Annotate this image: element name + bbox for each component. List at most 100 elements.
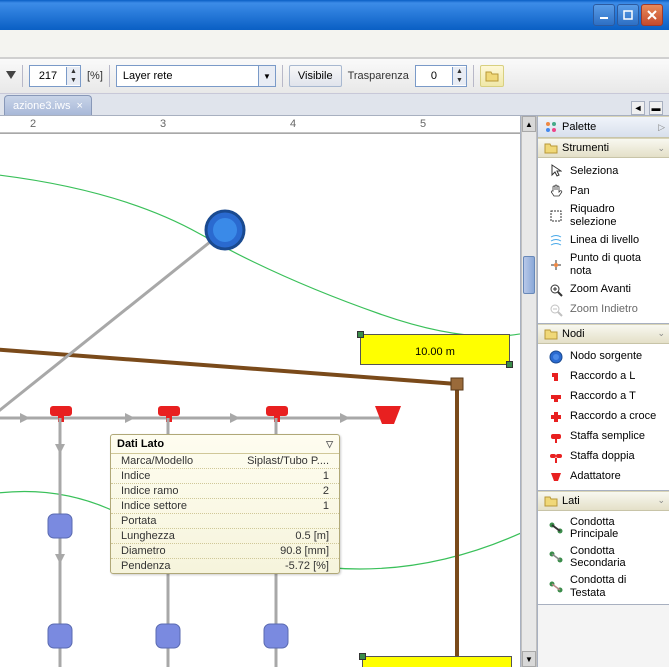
main-pipe-icon — [548, 520, 564, 536]
transparency-down-icon[interactable]: ▼ — [453, 76, 466, 85]
data-panel-title: Dati Lato — [117, 438, 164, 450]
vertical-scrollbar[interactable]: ▲ ▼ — [521, 116, 537, 667]
tool-pan[interactable]: Pan — [538, 181, 669, 201]
tab-label: azione3.iws — [13, 100, 70, 112]
tab-scroll-right-icon[interactable]: ▬ — [649, 101, 663, 115]
cursor-icon — [548, 163, 564, 179]
zoom-out-icon — [548, 302, 564, 318]
expand-icon[interactable]: ▷ — [658, 122, 665, 133]
tabbar: azione3.iws × ◄ ▬ — [0, 94, 669, 116]
data-row: Diametro90.8 [mm] — [111, 544, 339, 559]
panel-header-nodi[interactable]: Nodi ⌄ — [538, 324, 669, 344]
contour-icon — [548, 232, 564, 248]
close-button[interactable] — [641, 4, 663, 26]
transparency-label: Trasparenza — [348, 70, 409, 82]
node-raccordo-t[interactable]: Raccordo a T — [538, 387, 669, 407]
maximize-button[interactable] — [617, 4, 639, 26]
measurement-label-1[interactable]: 10.00 m — [360, 334, 510, 365]
source-node-icon — [548, 349, 564, 365]
zoom-down-icon[interactable]: ▼ — [67, 76, 80, 85]
node-staffa-semplice[interactable]: Staffa semplice — [538, 427, 669, 447]
tool-punto-quota[interactable]: Punto di quota nota — [538, 250, 669, 279]
panel-title: Lati — [562, 495, 580, 507]
palette-header[interactable]: Palette ▷ — [538, 116, 669, 138]
panel-lati: Lati ⌄ Condotta Principale Condotta Seco… — [538, 491, 669, 606]
zoom-unit-label: [%] — [87, 70, 103, 82]
collapse-icon[interactable]: ⌄ — [657, 328, 665, 339]
panel-header-lati[interactable]: Lati ⌄ — [538, 491, 669, 511]
data-panel[interactable]: Dati Lato ▽ Marca/ModelloSiplast/Tubo P.… — [110, 434, 340, 574]
collapse-icon[interactable]: ⌄ — [657, 495, 665, 506]
panel-title: Strumenti — [562, 142, 609, 154]
tab-scroll-left-icon[interactable]: ◄ — [631, 101, 645, 115]
dropdown-icon[interactable] — [6, 67, 16, 85]
lato-testata[interactable]: Condotta di Testata — [538, 572, 669, 601]
data-row: Indice ramo2 — [111, 484, 339, 499]
main-area: 2 3 4 5 — [0, 116, 669, 667]
transparency-input[interactable] — [416, 67, 452, 85]
elevation-point-icon — [548, 257, 564, 273]
zoom-input[interactable] — [30, 67, 66, 85]
folder-icon — [544, 142, 558, 154]
scrollbar-thumb[interactable] — [523, 256, 535, 294]
data-row: Lunghezza0.5 [m] — [111, 529, 339, 544]
palette-icon — [544, 120, 558, 134]
data-row: Pendenza-5.72 [%] — [111, 559, 339, 573]
node-raccordo-croce[interactable]: Raccordo a croce — [538, 407, 669, 427]
l-joint-icon — [548, 369, 564, 385]
minimize-button[interactable] — [593, 4, 615, 26]
folder-icon — [544, 495, 558, 507]
document-tab[interactable]: azione3.iws × — [4, 95, 92, 115]
marquee-icon — [548, 208, 564, 224]
node-sorgente[interactable]: Nodo sorgente — [538, 347, 669, 367]
layer-combo-value: Layer rete — [117, 70, 258, 82]
cross-joint-icon — [548, 409, 564, 425]
data-row: Indice1 — [111, 469, 339, 484]
tool-zoom-in[interactable]: Zoom Avanti — [538, 280, 669, 300]
t-joint-icon — [548, 389, 564, 405]
panel-title: Nodi — [562, 328, 585, 340]
data-row: Marca/ModelloSiplast/Tubo P.... — [111, 454, 339, 469]
tool-linea-livello[interactable]: Linea di livello — [538, 230, 669, 250]
data-panel-header[interactable]: Dati Lato ▽ — [111, 435, 339, 454]
canvas-wrap: 2 3 4 5 — [0, 116, 521, 667]
visible-button[interactable]: Visibile — [289, 65, 342, 87]
collapse-icon[interactable]: ⌄ — [657, 143, 665, 154]
chevron-down-icon[interactable]: ▽ — [326, 439, 333, 450]
data-row: Indice settore1 — [111, 499, 339, 514]
node-staffa-doppia[interactable]: Staffa doppia — [538, 447, 669, 467]
transparency-spinner[interactable]: ▲▼ — [415, 65, 467, 87]
toolbar: ▲▼ [%] Layer rete ▼ Visibile Trasparenza… — [0, 58, 669, 94]
panel-strumenti: Strumenti ⌄ Seleziona Pan Riquadro selez… — [538, 138, 669, 324]
layer-combo[interactable]: Layer rete ▼ — [116, 65, 276, 87]
lato-principale[interactable]: Condotta Principale — [538, 514, 669, 543]
tool-seleziona[interactable]: Seleziona — [538, 161, 669, 181]
head-pipe-icon — [548, 579, 564, 595]
zoom-spinner[interactable]: ▲▼ — [29, 65, 81, 87]
measurement-text: 10.00 m — [415, 346, 455, 358]
tool-riquadro[interactable]: Riquadro selezione — [538, 201, 669, 230]
node-raccordo-l[interactable]: Raccordo a L — [538, 367, 669, 387]
secondary-pipe-icon — [548, 549, 564, 565]
lato-secondaria[interactable]: Condotta Secondaria — [538, 543, 669, 572]
tool-zoom-out[interactable]: Zoom Indietro — [538, 300, 669, 320]
palette-title: Palette — [562, 121, 596, 133]
single-bracket-icon — [548, 429, 564, 445]
zoom-up-icon[interactable]: ▲ — [67, 67, 80, 76]
folder-button[interactable] — [480, 65, 504, 87]
drawing-canvas[interactable]: 10.00 m 10.20 m Dati Lato ▽ Marca/Modell… — [0, 134, 520, 667]
scroll-up-icon[interactable]: ▲ — [522, 116, 536, 132]
panel-header-strumenti[interactable]: Strumenti ⌄ — [538, 138, 669, 158]
measurement-label-2[interactable]: 10.20 m — [362, 656, 512, 667]
data-row: Portata — [111, 514, 339, 529]
close-tab-icon[interactable]: × — [76, 100, 82, 112]
node-adattatore[interactable]: Adattatore — [538, 467, 669, 487]
palette-column: Palette ▷ Strumenti ⌄ Seleziona Pan Riqu… — [537, 116, 669, 667]
chevron-down-icon[interactable]: ▼ — [258, 66, 275, 86]
panel-nodi: Nodi ⌄ Nodo sorgente Raccordo a L Raccor… — [538, 324, 669, 491]
adapter-icon — [548, 469, 564, 485]
folder-icon — [544, 328, 558, 340]
transparency-up-icon[interactable]: ▲ — [453, 67, 466, 76]
scroll-down-icon[interactable]: ▼ — [522, 651, 536, 667]
titlebar — [0, 0, 669, 30]
